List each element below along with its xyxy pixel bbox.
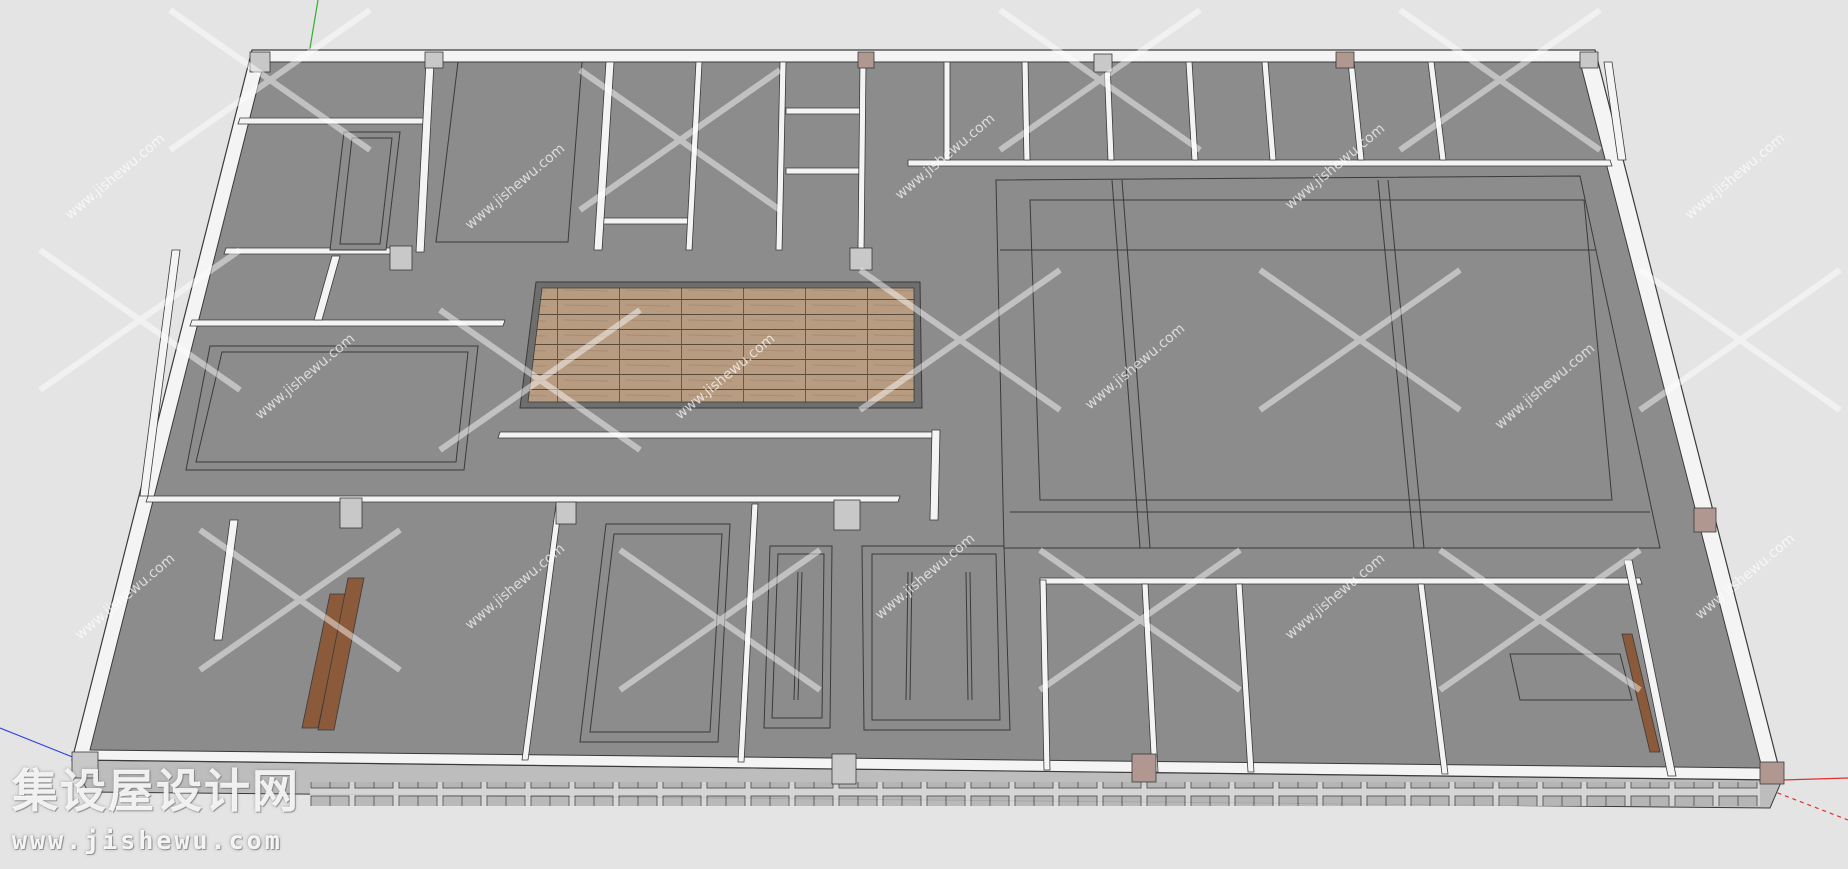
watermark-brand: 集设屋设计网 bbox=[12, 764, 300, 818]
sketchup-viewport[interactable]: www.jishewu.com www.jishewu.com www.jish… bbox=[0, 0, 1848, 869]
cross-x-watermark-icon bbox=[1640, 270, 1840, 410]
watermark-url: www.jishewu.com bbox=[12, 826, 283, 855]
watermark-tile-text: www.jishewu.com bbox=[1682, 131, 1788, 223]
watermark-tile-text: www.jishewu.com bbox=[62, 131, 168, 223]
floor-plan-model[interactable]: www.jishewu.com www.jishewu.com www.jish… bbox=[0, 0, 1848, 869]
